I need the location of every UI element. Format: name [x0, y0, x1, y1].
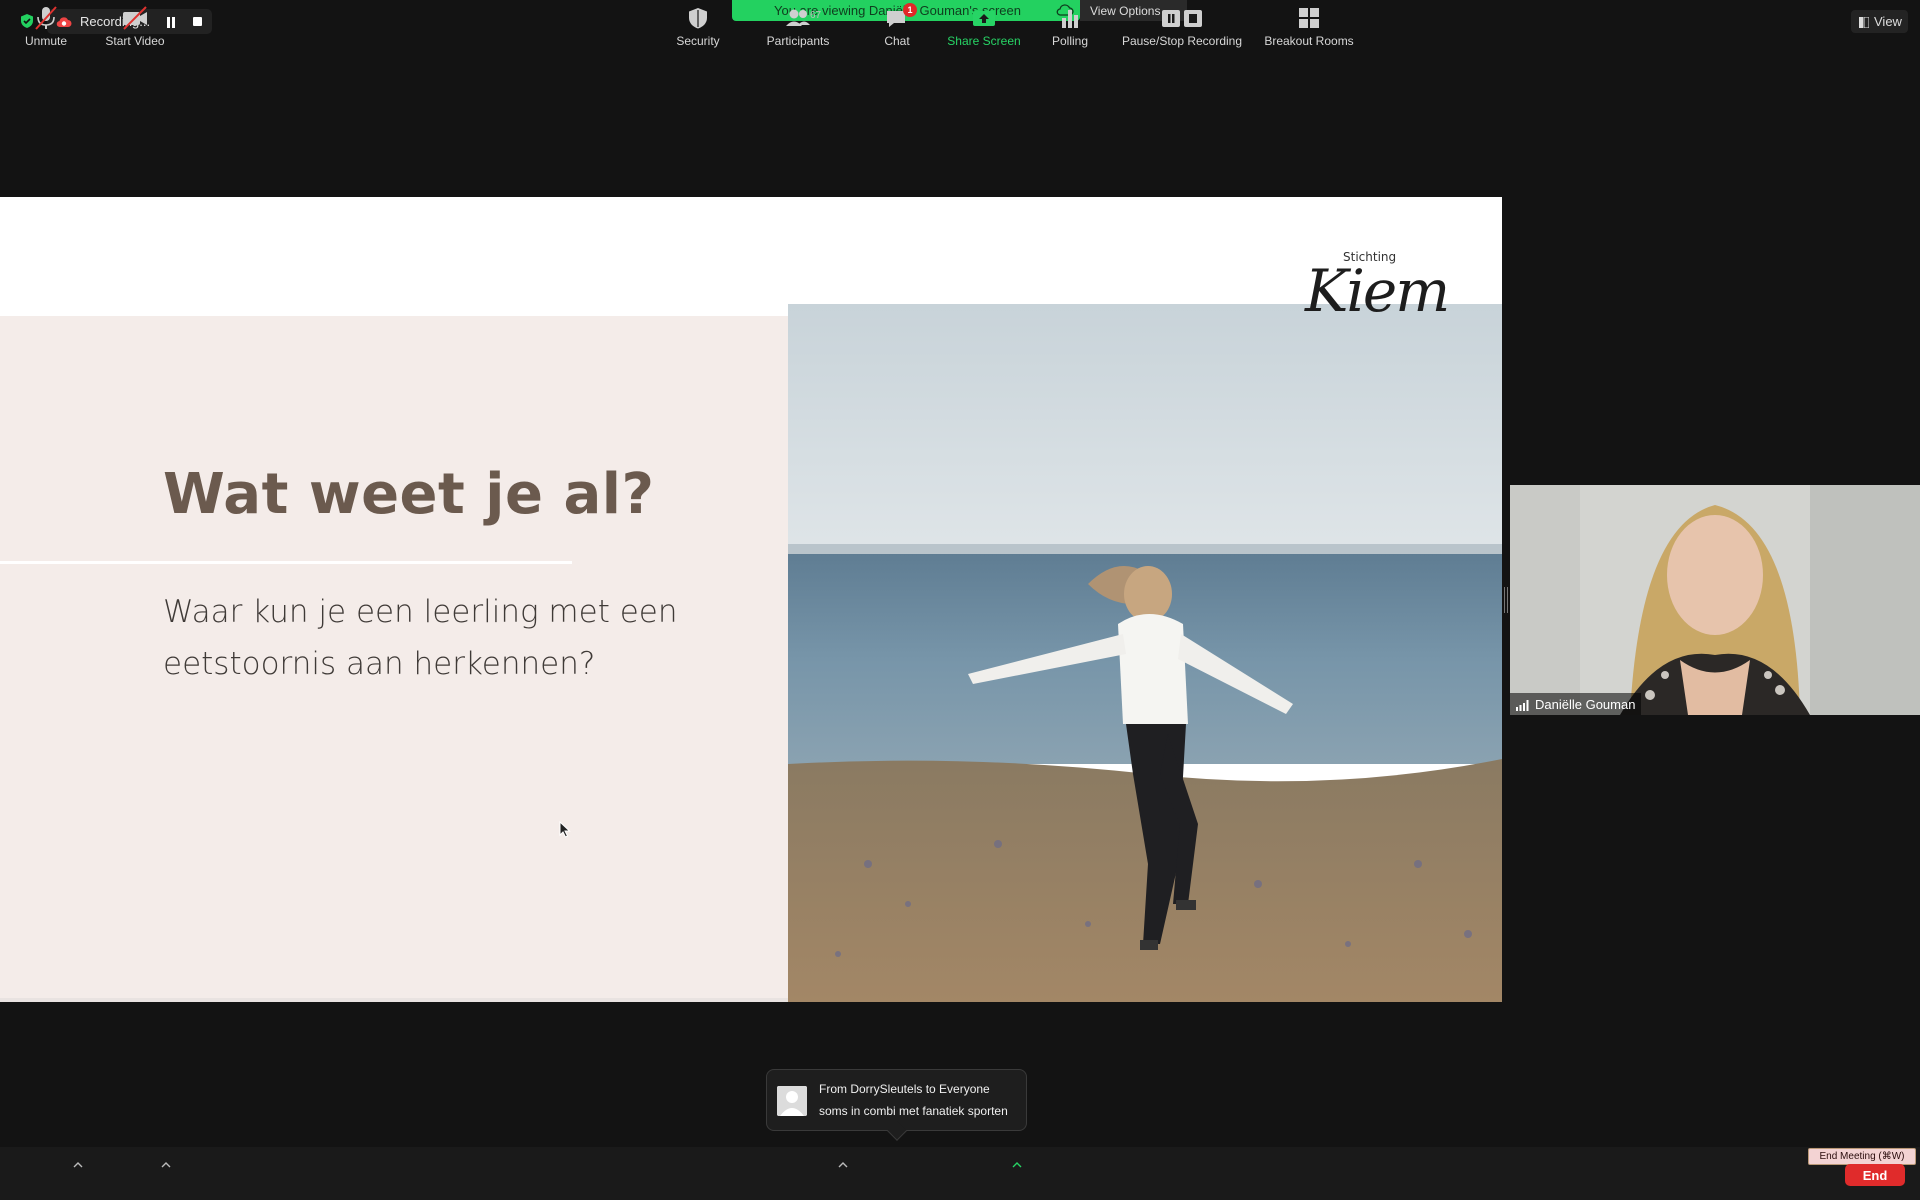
stop-recording-icon[interactable]	[193, 17, 202, 26]
avatar	[777, 1086, 807, 1116]
share-screen-label: Share Screen	[947, 34, 1021, 48]
start-video-label: Start Video	[105, 34, 165, 48]
slide-title: Wat weet je al?	[163, 462, 655, 527]
start-video-button[interactable]: Start Video	[100, 0, 170, 53]
logo-kiem-text: Kiem	[1305, 257, 1450, 325]
unmute-button[interactable]: Unmute	[20, 0, 72, 53]
pause-stop-label: Pause/Stop Recording	[1121, 34, 1243, 48]
breakout-rooms-button[interactable]: Breakout Rooms	[1262, 0, 1356, 53]
view-button[interactable]: View	[1851, 10, 1908, 33]
chat-unread-badge: 1	[903, 3, 917, 17]
pause-stop-icon	[1160, 6, 1204, 30]
end-meeting-button[interactable]: End	[1845, 1164, 1905, 1186]
chat-notification[interactable]: From DorrySleutels to Everyone soms in c…	[766, 1069, 1027, 1141]
slide-photo-woman-on-coast	[788, 304, 1502, 1002]
end-meeting-tooltip: End Meeting (⌘W)	[1808, 1148, 1916, 1165]
video-off-icon	[121, 6, 149, 30]
polling-button[interactable]: Polling	[1048, 0, 1092, 53]
chat-notification-sender: From DorrySleutels to Everyone	[819, 1082, 990, 1096]
mouse-cursor-icon	[559, 820, 571, 838]
breakout-rooms-grid-icon	[1295, 6, 1323, 30]
audio-options-caret-icon[interactable]	[73, 1156, 83, 1168]
participant-video-feed	[1510, 485, 1920, 715]
participants-count: 67	[810, 10, 822, 21]
chat-notification-tail	[887, 1121, 907, 1141]
view-button-label: View	[1874, 14, 1902, 29]
chat-label: Chat	[884, 34, 910, 48]
pause-stop-recording-button[interactable]: Pause/Stop Recording	[1118, 0, 1246, 53]
participant-name: Daniëlle Gouman	[1535, 696, 1636, 712]
participant-name-bar: Daniëlle Gouman	[1510, 693, 1642, 715]
layout-view-icon	[1859, 16, 1870, 29]
polling-label: Polling	[1051, 34, 1089, 48]
participants-button[interactable]: 67 Participants	[760, 0, 836, 53]
participants-icon: 67	[784, 6, 821, 30]
signal-strength-icon	[1516, 699, 1529, 711]
security-label: Security	[676, 34, 720, 48]
share-options-caret-icon[interactable]	[1012, 1156, 1022, 1168]
shared-screen-slide: Wat weet je al? Waar kun je een leerling…	[0, 197, 1502, 1002]
chat-notification-message: soms in combi met fanatiek sporten	[819, 1104, 1008, 1118]
muted-microphone-icon	[32, 6, 60, 30]
panel-resize-handle[interactable]	[1504, 587, 1508, 613]
security-shield-icon	[684, 6, 712, 30]
chat-button[interactable]: 1 Chat	[874, 0, 920, 53]
meeting-toolbar	[0, 1147, 1920, 1200]
participants-caret-icon[interactable]	[838, 1156, 848, 1168]
slide-subtitle: Waar kun je een leerling met een eetstoo…	[163, 594, 678, 682]
share-screen-icon	[970, 6, 998, 30]
breakout-rooms-label: Breakout Rooms	[1264, 34, 1354, 48]
share-screen-button[interactable]: Share Screen	[944, 0, 1024, 53]
slide-divider	[0, 561, 572, 564]
video-options-caret-icon[interactable]	[161, 1156, 171, 1168]
unmute-label: Unmute	[24, 34, 68, 48]
polling-bar-chart-icon	[1056, 6, 1084, 30]
participants-label: Participants	[766, 34, 830, 48]
slide-bottom-border	[0, 998, 788, 1002]
chat-bubble-icon: 1	[883, 3, 917, 30]
participant-video-tile[interactable]: Daniëlle Gouman	[1510, 485, 1920, 715]
security-button[interactable]: Security	[668, 0, 728, 53]
